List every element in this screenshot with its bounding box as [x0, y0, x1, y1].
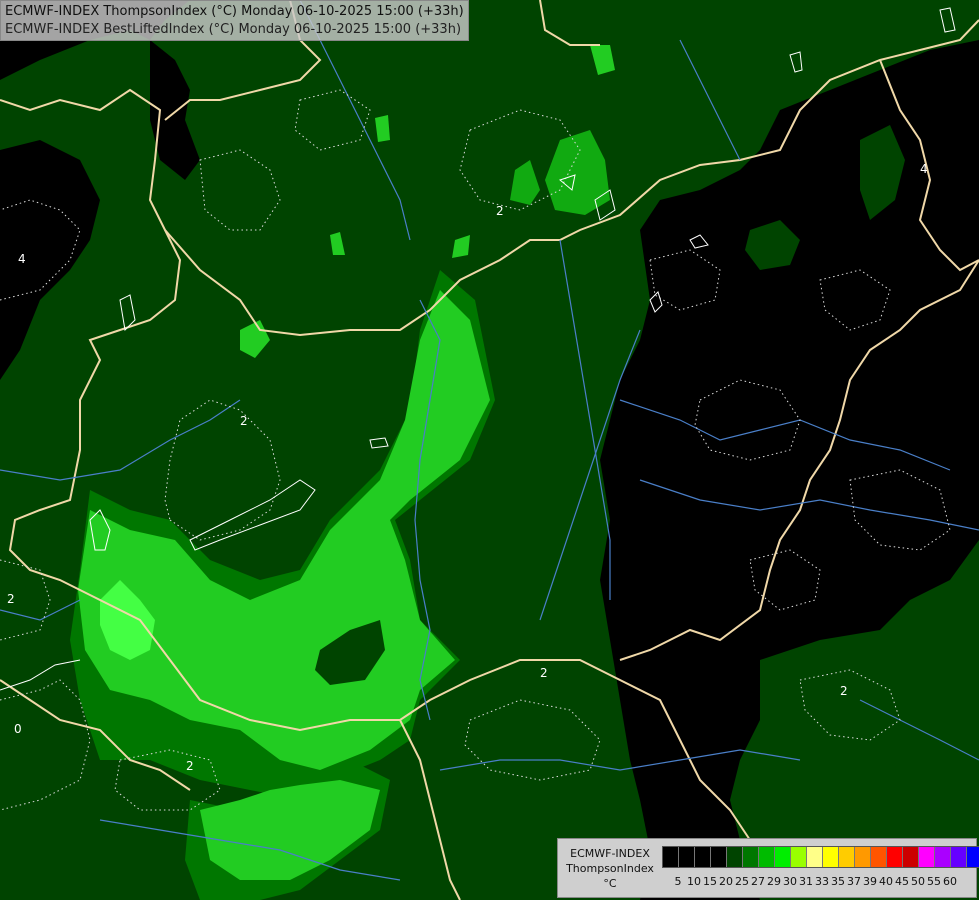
legend-tick-label: 5: [674, 875, 682, 888]
legend-swatch: [695, 847, 711, 867]
legend-tick-label: 45: [895, 875, 909, 888]
legend-tick-label: 37: [847, 875, 861, 888]
legend-tick-label: 15: [703, 875, 717, 888]
legend-swatch: [967, 847, 979, 867]
legend-swatch: [903, 847, 919, 867]
legend-swatch: [711, 847, 727, 867]
legend-tick-label: 33: [815, 875, 829, 888]
contour-label: 2: [496, 204, 504, 218]
best-lifted-index-title: ECMWF-INDEX BestLiftedIndex (°C) Monday …: [5, 22, 462, 37]
legend-tick-label: 10: [687, 875, 701, 888]
legend-tick-label: 31: [799, 875, 813, 888]
contour-label: 2: [7, 592, 15, 606]
legend-swatch: [887, 847, 903, 867]
legend-swatch: [855, 847, 871, 867]
legend-swatch: [935, 847, 951, 867]
legend-swatch: [759, 847, 775, 867]
contour-label: 2: [186, 759, 194, 773]
legend-swatch: [791, 847, 807, 867]
legend-tick-label: 25: [735, 875, 749, 888]
legend-swatch: [679, 847, 695, 867]
legend-tick-label: 35: [831, 875, 845, 888]
legend-model: ECMWF-INDEX: [570, 847, 650, 860]
contour-label: 4: [18, 252, 26, 266]
legend-color-scale: [662, 846, 979, 868]
color-legend: ECMWF-INDEX ThompsonIndex °C 5 10 15 20 25 27…: [557, 838, 979, 898]
legend-tick-label: 40: [879, 875, 893, 888]
legend-swatch: [823, 847, 839, 867]
legend-tick-label: 60: [943, 875, 957, 888]
forecast-map: 2 2 2 2 2 2 4 4 0: [0, 0, 979, 900]
legend-tick-label: 55: [927, 875, 941, 888]
legend-swatch: [951, 847, 967, 867]
contour-label: 2: [540, 666, 548, 680]
map-title-box: ECMWF-INDEX ThompsonIndex (°C) Monday 06…: [0, 0, 469, 41]
contour-label: 4: [920, 162, 928, 176]
legend-parameter: ThompsonIndex: [566, 862, 654, 875]
legend-swatch: [743, 847, 759, 867]
legend-swatch: [919, 847, 935, 867]
legend-swatch: [663, 847, 679, 867]
legend-tick-label: 27: [751, 875, 765, 888]
legend-swatch: [807, 847, 823, 867]
contour-label: 2: [840, 684, 848, 698]
legend-tick-label: 39: [863, 875, 877, 888]
legend-tick-label: 20: [719, 875, 733, 888]
legend-swatch: [727, 847, 743, 867]
legend-swatch: [871, 847, 887, 867]
legend-swatch: [775, 847, 791, 867]
legend-tick-label: 29: [767, 875, 781, 888]
contour-label: 2: [240, 414, 248, 428]
contour-label: 0: [14, 722, 22, 736]
legend-unit: °C: [603, 877, 617, 890]
legend-tick-label: 30: [783, 875, 797, 888]
legend-swatch: [839, 847, 855, 867]
thompson-index-title: ECMWF-INDEX ThompsonIndex (°C) Monday 06…: [5, 4, 464, 19]
legend-tick-label: 50: [911, 875, 925, 888]
